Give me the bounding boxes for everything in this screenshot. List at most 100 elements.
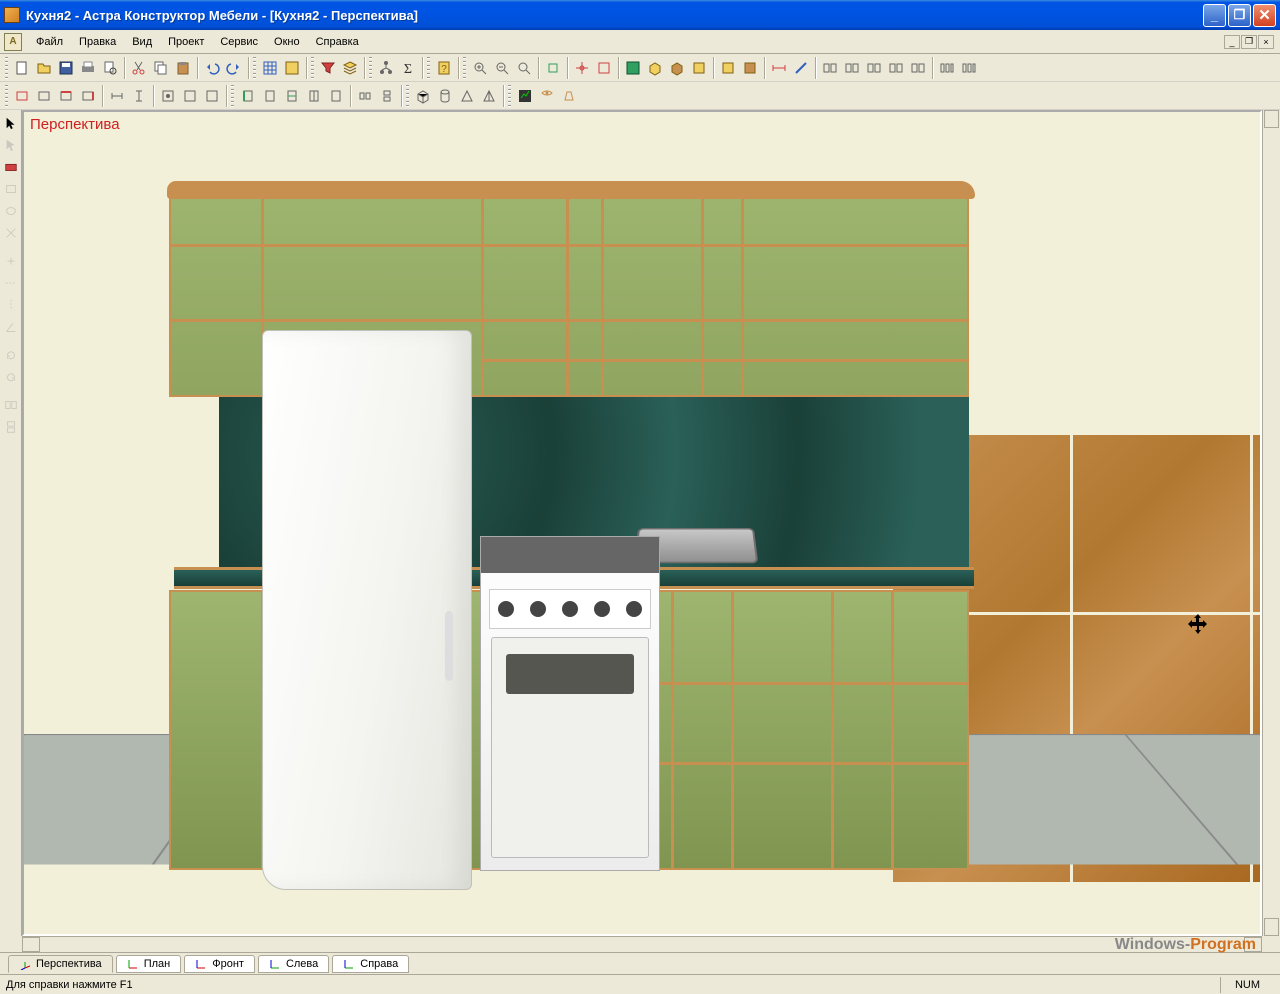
tab-left[interactable]: Слева [258,955,329,973]
array-v-icon[interactable] [376,85,398,107]
box-icon[interactable] [412,85,434,107]
view-3d-icon[interactable] [644,57,666,79]
align-4-icon[interactable] [885,57,907,79]
cab-2-icon[interactable] [259,85,281,107]
menu-window[interactable]: Окно [266,33,308,51]
pan-icon[interactable] [542,57,564,79]
menu-project[interactable]: Проект [160,33,212,51]
array-h-icon[interactable] [354,85,376,107]
snap-icon[interactable] [281,57,303,79]
lasso-tool-icon[interactable] [1,135,21,155]
rotate-ccw-icon[interactable] [1,367,21,387]
menu-service[interactable]: Сервис [212,33,266,51]
ruler-v-icon[interactable] [1,295,21,315]
cab-1-icon[interactable] [237,85,259,107]
redo-icon[interactable] [223,57,245,79]
view-persp-icon[interactable] [622,57,644,79]
fitting2-icon[interactable] [201,85,223,107]
view-wire-icon[interactable] [688,57,710,79]
view-shade-icon[interactable] [666,57,688,79]
new-file-icon[interactable] [11,57,33,79]
texture-icon[interactable] [739,57,761,79]
cut-icon[interactable] [128,57,150,79]
menu-view[interactable]: Вид [124,33,160,51]
align-2-icon[interactable] [841,57,863,79]
camera-icon[interactable] [536,85,558,107]
cab-5-icon[interactable] [325,85,347,107]
tab-front[interactable]: Фронт [184,955,255,973]
tab-right[interactable]: Справа [332,955,409,973]
zoom-fit-icon[interactable] [513,57,535,79]
mdi-close-button[interactable]: × [1258,35,1274,49]
axes-front-icon [195,958,207,970]
save-icon[interactable] [55,57,77,79]
menu-file[interactable]: Файл [28,33,71,51]
measure-icon[interactable] [790,57,812,79]
axes-plan-icon [127,958,139,970]
ellipse-tool-icon[interactable] [1,201,21,221]
open-file-icon[interactable] [33,57,55,79]
layers-icon[interactable] [339,57,361,79]
select-tool-icon[interactable] [1,113,21,133]
angle-tool-icon[interactable] [1,317,21,337]
board-icon[interactable] [33,85,55,107]
ruler-h-icon[interactable] [1,273,21,293]
rotate-cw-icon[interactable] [1,345,21,365]
cab-3-icon[interactable] [281,85,303,107]
close-button[interactable]: ✕ [1253,4,1276,27]
rect-tool-icon[interactable] [1,179,21,199]
maximize-button[interactable]: ❐ [1228,4,1251,27]
workspace: Перспектива [0,110,1280,952]
mirror-v-icon[interactable] [1,417,21,437]
help-icon[interactable]: ? [433,57,455,79]
distr-1-icon[interactable] [936,57,958,79]
zoom-in-icon[interactable] [469,57,491,79]
dim-a-icon[interactable] [106,85,128,107]
pyramid-icon[interactable] [478,85,500,107]
menu-help[interactable]: Справка [308,33,367,51]
fitting-icon[interactable] [179,85,201,107]
distr-2-icon[interactable] [958,57,980,79]
minimize-button[interactable]: _ [1203,4,1226,27]
align-3-icon[interactable] [863,57,885,79]
mdi-restore-button[interactable]: ❐ [1241,35,1257,49]
print-icon[interactable] [77,57,99,79]
menu-edit[interactable]: Правка [71,33,124,51]
tab-label: Фронт [212,958,244,970]
hole-icon[interactable] [157,85,179,107]
tree-icon[interactable] [375,57,397,79]
align-1-icon[interactable] [819,57,841,79]
mdi-minimize-button[interactable]: _ [1224,35,1240,49]
move-tool-icon[interactable] [1,251,21,271]
tab-perspective[interactable]: Перспектива [8,955,113,973]
cab-4-icon[interactable] [303,85,325,107]
edge2-icon[interactable] [77,85,99,107]
cone-icon[interactable] [456,85,478,107]
light-icon[interactable] [558,85,580,107]
center-icon[interactable] [571,57,593,79]
print-preview-icon[interactable] [99,57,121,79]
edge-icon[interactable] [55,85,77,107]
dim-b-icon[interactable] [128,85,150,107]
undo-icon[interactable] [201,57,223,79]
cut-tool-icon[interactable] [1,223,21,243]
horizontal-scrollbar[interactable] [22,936,1262,952]
copy-icon[interactable] [150,57,172,79]
bounds-icon[interactable] [593,57,615,79]
vertical-scrollbar[interactable] [1262,110,1280,936]
align-5-icon[interactable] [907,57,929,79]
part-tool-icon[interactable] [1,157,21,177]
zoom-out-icon[interactable] [491,57,513,79]
mirror-h-icon[interactable] [1,395,21,415]
material-icon[interactable] [717,57,739,79]
tab-plan[interactable]: План [116,955,182,973]
render-icon[interactable] [514,85,536,107]
panel-icon[interactable] [11,85,33,107]
cylinder-icon[interactable] [434,85,456,107]
grid-icon[interactable] [259,57,281,79]
filter-icon[interactable] [317,57,339,79]
viewport[interactable]: Перспектива [22,110,1262,936]
dimension-icon[interactable] [768,57,790,79]
paste-icon[interactable] [172,57,194,79]
sum-icon[interactable]: Σ [397,57,419,79]
